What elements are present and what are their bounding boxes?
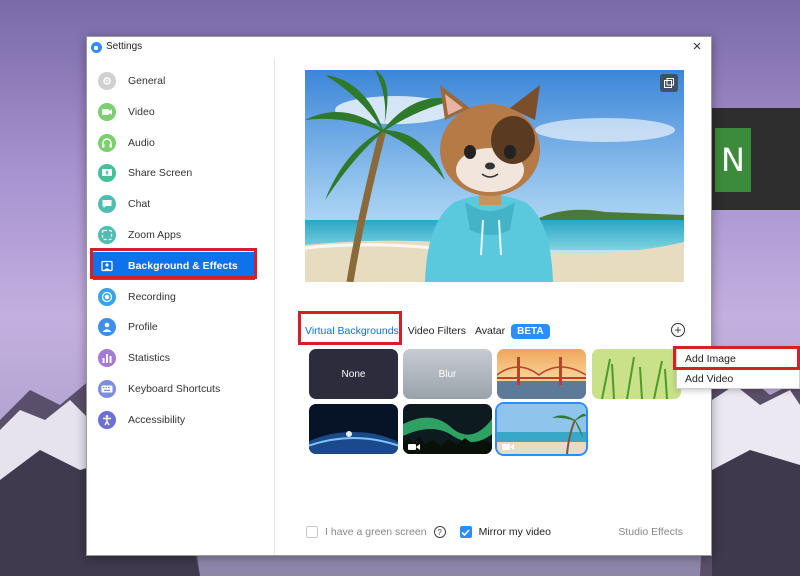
beta-badge: BETA [511, 323, 550, 339]
green-screen-checkbox[interactable] [306, 526, 318, 538]
effects-tabs: Virtual Backgrounds Video Filters Avatar… [305, 321, 550, 341]
window-title: Settings [106, 41, 143, 52]
background-thumbnail-beach[interactable] [497, 404, 586, 454]
mirror-video-checkbox[interactable] [459, 526, 472, 538]
video-camera-icon [98, 102, 116, 121]
add-background-button[interactable]: + [671, 323, 685, 337]
checkmark-icon [461, 528, 470, 536]
chat-bubble-icon [98, 195, 116, 214]
sidebar-item-label: Accessibility [128, 413, 186, 426]
sidebar-item-chat[interactable]: Chat [93, 190, 255, 218]
sidebar-item-keyboard-shortcuts[interactable]: Keyboard Shortcuts [93, 375, 255, 403]
thumbnail-label: Blur [438, 368, 457, 380]
sidebar-item-label: Statistics [128, 352, 171, 365]
bar-chart-icon [98, 349, 116, 368]
menu-item-add-video[interactable]: Add Video [677, 369, 800, 389]
gear-icon [98, 72, 116, 90]
headphones-icon [98, 133, 116, 152]
beach-preview-image [305, 70, 684, 282]
background-thumbnail-none[interactable]: None [309, 349, 398, 399]
help-icon[interactable]: ? [433, 526, 446, 538]
video-preview [305, 70, 684, 282]
settings-sidebar: General Video Audio Share Screen Chat Zoom Ap… [87, 59, 275, 555]
sidebar-item-background-effects[interactable]: Background & Effects [93, 251, 255, 280]
menu-item-add-image[interactable]: Add Image [677, 349, 800, 369]
studio-effects-link[interactable]: Studio Effects [618, 526, 683, 538]
apps-icon [98, 226, 116, 244]
tab-virtual-backgrounds[interactable]: Virtual Backgrounds [305, 325, 399, 337]
sidebar-item-label: Share Screen [128, 167, 193, 180]
video-indicator-icon [502, 444, 514, 450]
sidebar-item-label: Chat [128, 198, 151, 211]
sidebar-item-recording[interactable]: Recording [93, 283, 255, 311]
title-bar: Settings × [87, 37, 711, 59]
accessibility-icon [98, 410, 116, 429]
mirror-video-label: Mirror my video [478, 526, 551, 538]
background-app-tile: N [715, 128, 751, 192]
sidebar-item-label: Zoom Apps [128, 229, 182, 241]
background-thumbnail-grass[interactable] [592, 349, 681, 399]
background-app-window: N [712, 108, 800, 210]
sidebar-item-label: General [128, 75, 166, 87]
share-screen-icon [98, 164, 116, 183]
sidebar-item-accessibility[interactable]: Accessibility [93, 406, 255, 434]
sidebar-item-label: Video [128, 105, 155, 118]
green-screen-label: I have a green screen [325, 526, 427, 538]
background-effects-panel: Virtual Backgrounds Video Filters Avatar… [276, 59, 711, 555]
sidebar-item-share-screen[interactable]: Share Screen [93, 159, 255, 187]
person-icon [98, 318, 116, 337]
grass-image [592, 349, 681, 399]
tab-avatar[interactable]: Avatar [475, 325, 505, 337]
sidebar-item-label: Profile [128, 321, 158, 334]
earth-from-space-image [309, 404, 398, 454]
background-thumbnail-aurora[interactable] [403, 404, 492, 454]
record-icon [98, 287, 116, 306]
close-button[interactable]: × [689, 38, 705, 56]
background-thumbnail-golden-gate[interactable] [497, 349, 586, 399]
sidebar-item-statistics[interactable]: Statistics [93, 344, 255, 372]
sidebar-item-video[interactable]: Video [93, 98, 255, 126]
video-indicator-icon [408, 444, 420, 450]
zoom-app-icon [91, 42, 102, 53]
golden-gate-image [497, 349, 586, 399]
sidebar-item-label: Keyboard Shortcuts [128, 383, 221, 395]
sidebar-item-label: Recording [128, 290, 176, 303]
picture-in-picture-button[interactable] [660, 74, 678, 92]
active-tab-underline [306, 342, 399, 344]
pip-icon [664, 78, 674, 88]
sidebar-item-general[interactable]: General [93, 67, 255, 95]
sidebar-item-label: Background & Effects [128, 259, 238, 272]
sidebar-item-audio[interactable]: Audio [93, 129, 255, 157]
background-thumbnail-earth[interactable] [309, 404, 398, 454]
portrait-icon [98, 256, 116, 275]
options-footer: I have a green screen ? Mirror my video … [306, 524, 711, 540]
thumbnail-label: None [341, 368, 366, 380]
sidebar-item-label: Audio [128, 136, 155, 149]
sidebar-item-profile[interactable]: Profile [93, 313, 255, 341]
sidebar-item-zoom-apps[interactable]: Zoom Apps [93, 221, 255, 249]
add-background-menu: Add Image Add Video [676, 347, 800, 389]
settings-window: Settings × General Video Audio Share Screen… [86, 36, 712, 556]
tab-video-filters[interactable]: Video Filters [408, 325, 466, 337]
background-thumbnail-blur[interactable]: Blur [403, 349, 492, 399]
keyboard-icon [98, 380, 116, 398]
